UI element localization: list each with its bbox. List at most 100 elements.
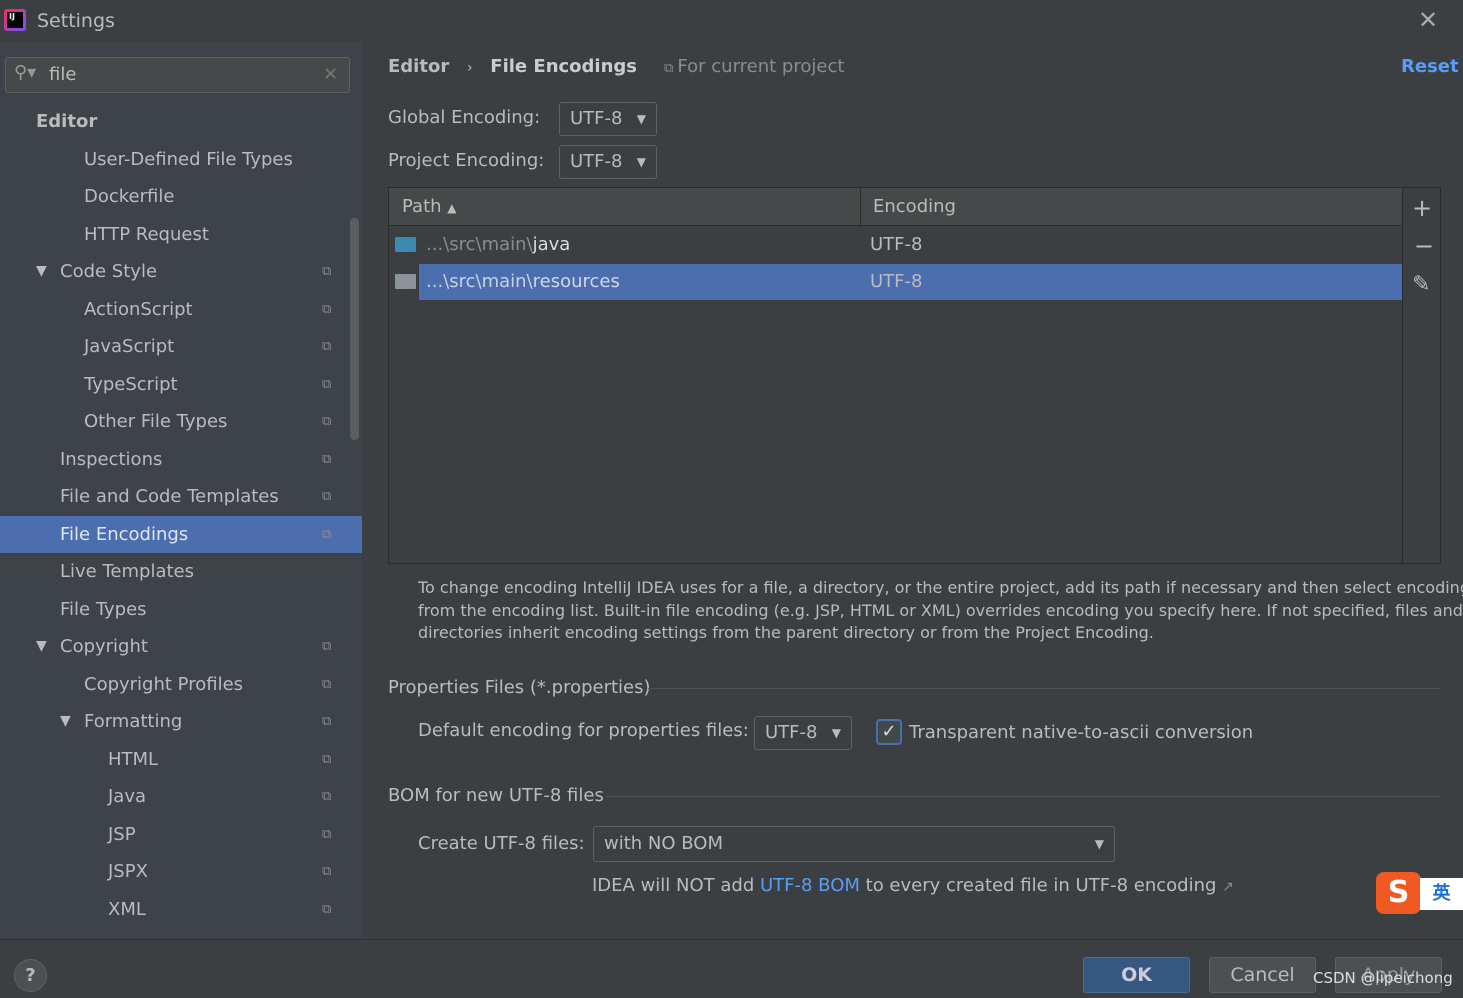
tree-item-label: JSPX xyxy=(108,861,148,882)
encoding-table: Path ▲ Encoding ...\src\main\java UTF-8..… xyxy=(388,187,1441,564)
properties-encoding-select[interactable]: UTF-8 ▼ xyxy=(754,716,852,750)
tree-item[interactable]: File Encodings ⧉ xyxy=(0,515,362,553)
breadcrumb-editor[interactable]: Editor xyxy=(388,56,449,77)
path-name: java xyxy=(532,234,571,255)
row-encoding[interactable]: UTF-8 xyxy=(870,227,922,263)
bom-select[interactable]: with NO BOM ▼ xyxy=(593,826,1115,862)
sort-ascending-icon: ▲ xyxy=(447,201,457,215)
table-row[interactable]: ...\src\main\java UTF-8 xyxy=(389,227,1402,263)
tree-item[interactable]: Copyright Profiles ⧉ xyxy=(0,666,362,703)
edit-pencil-icon[interactable]: ✎ xyxy=(1412,272,1430,297)
watermark: CSDN @lipeichong xyxy=(1313,969,1453,987)
tree-item[interactable]: ▼ Formatting ⧉ xyxy=(0,703,362,740)
tree-item[interactable]: File Types xyxy=(0,591,362,628)
path-prefix: ...\src\main\ xyxy=(426,234,533,255)
caret-down-icon: ▼ xyxy=(831,726,841,740)
tree-item[interactable]: Live Templates xyxy=(0,553,362,590)
tree-item[interactable]: Inspections ⧉ xyxy=(0,441,362,478)
project-scope-icon: ⧉ xyxy=(322,264,332,279)
native-to-ascii-checkbox[interactable]: ✓ xyxy=(876,719,902,745)
tree-item-label: HTML xyxy=(108,748,159,770)
help-line: from the encoding list. Built-in file en… xyxy=(418,600,1463,620)
sogou-logo-icon: S xyxy=(1376,872,1421,914)
add-icon[interactable]: + xyxy=(1412,194,1432,222)
sidebar-scrollbar[interactable] xyxy=(350,218,359,440)
caret-down-icon: ▼ xyxy=(1094,837,1104,851)
search-field[interactable]: ⚲▾ file ✕ xyxy=(5,57,350,93)
path-prefix: ...\src\main\ xyxy=(426,271,533,292)
tree-item[interactable]: HTML ⧉ xyxy=(0,741,362,778)
tree-item[interactable]: JSP ⧉ xyxy=(0,816,362,853)
global-encoding-label: Global Encoding: xyxy=(388,107,541,128)
help-button[interactable]: ? xyxy=(14,959,47,992)
tree-item[interactable]: JSPX ⧉ xyxy=(0,853,362,890)
close-icon[interactable]: ✕ xyxy=(1418,6,1438,34)
tree-item[interactable]: ▼ Copyright ⧉ xyxy=(0,628,362,665)
native-to-ascii-label[interactable]: Transparent native-to-ascii conversion xyxy=(909,722,1253,743)
table-toolbar: + − ✎ xyxy=(1402,188,1440,563)
tree-item-label: ActionScript xyxy=(84,298,193,320)
reset-link[interactable]: Reset xyxy=(1401,56,1459,77)
project-encoding-select[interactable]: UTF-8 ▼ xyxy=(559,145,657,179)
page-title: File Encodings xyxy=(490,56,638,77)
tree-item-label: XML xyxy=(108,898,146,920)
tree-item-label: JavaScript xyxy=(84,336,175,357)
tree-item[interactable]: Dockerfile xyxy=(0,178,362,215)
scope-label: ⧉ For current project xyxy=(664,56,844,77)
bom-note-text: to every created file in UTF-8 encoding xyxy=(859,875,1217,896)
tree-item[interactable]: Other File Types ⧉ xyxy=(0,403,362,440)
tree-item[interactable]: ▼ Code Style ⧉ xyxy=(0,253,362,290)
tree-item-label: JSP xyxy=(108,823,136,845)
project-scope-icon: ⧉ xyxy=(322,414,332,429)
tree-item-label: Copyright Profiles xyxy=(84,673,244,695)
search-input[interactable]: file xyxy=(49,64,76,85)
remove-icon[interactable]: − xyxy=(1414,232,1434,260)
global-encoding-select[interactable]: UTF-8 ▼ xyxy=(559,102,657,136)
tree-item[interactable]: Java ⧉ xyxy=(0,778,362,815)
project-encoding-value: UTF-8 xyxy=(570,151,623,172)
help-line: directories inherit encoding settings fr… xyxy=(418,623,1154,642)
settings-sidebar: Editor User-Defined File Types Dockerfile H… xyxy=(0,42,362,939)
table-header: Path ▲ Encoding xyxy=(389,188,1402,226)
copy-icon: ⧉ xyxy=(664,61,678,76)
ime-language[interactable]: 英 xyxy=(1420,878,1463,910)
project-scope-icon: ⧉ xyxy=(322,339,332,354)
resources-folder-icon xyxy=(395,274,416,289)
project-scope-icon: ⧉ xyxy=(322,789,332,804)
tree-item-label: Formatting xyxy=(84,711,183,732)
tree-item[interactable]: Editor xyxy=(0,103,362,140)
footer-divider xyxy=(0,939,1463,940)
expand-arrow-icon[interactable]: ▼ xyxy=(60,703,71,740)
tree-item[interactable]: TypeScript ⧉ xyxy=(0,366,362,403)
tree-item-label: File Types xyxy=(60,598,147,620)
tree-item-label: File Encodings xyxy=(60,523,189,545)
tree-item[interactable]: HTTP Request xyxy=(0,216,362,253)
column-path[interactable]: Path ▲ xyxy=(402,196,457,217)
column-encoding[interactable]: Encoding xyxy=(873,196,956,217)
utf8-bom-link[interactable]: UTF-8 BOM xyxy=(760,875,860,896)
expand-arrow-icon[interactable]: ▼ xyxy=(36,628,47,665)
properties-encoding-value: UTF-8 xyxy=(765,722,818,743)
tree-item[interactable]: JavaScript ⧉ xyxy=(0,328,362,365)
tree-item[interactable]: File and Code Templates ⧉ xyxy=(0,478,362,515)
cancel-button[interactable]: Cancel xyxy=(1209,957,1316,993)
table-row[interactable]: ...\src\main\resources UTF-8 xyxy=(389,264,1402,300)
help-text: To change encoding IntelliJ IDEA uses fo… xyxy=(418,577,1463,645)
project-scope-icon: ⧉ xyxy=(322,826,332,842)
expand-arrow-icon[interactable]: ▼ xyxy=(36,253,47,290)
search-icon: ⚲▾ xyxy=(14,62,37,83)
bom-value: with NO BOM xyxy=(604,833,723,854)
properties-encoding-label: Default encoding for properties files: xyxy=(418,720,749,741)
row-encoding[interactable]: UTF-8 xyxy=(870,264,922,300)
tree-item[interactable]: XML ⧉ xyxy=(0,891,362,928)
clear-search-icon[interactable]: ✕ xyxy=(323,64,338,85)
create-utf8-label: Create UTF-8 files: xyxy=(418,833,585,854)
tree-item-label: File and Code Templates xyxy=(60,486,279,507)
help-line: To change encoding IntelliJ IDEA uses fo… xyxy=(418,578,1463,597)
ok-button[interactable]: OK xyxy=(1083,957,1190,993)
breadcrumb: Editor › File Encodings xyxy=(388,56,637,77)
project-scope-icon: ⧉ xyxy=(322,864,332,879)
tree-item[interactable]: User-Defined File Types xyxy=(0,141,362,178)
caret-down-icon: ▼ xyxy=(636,155,646,169)
tree-item[interactable]: ActionScript ⧉ xyxy=(0,291,362,328)
